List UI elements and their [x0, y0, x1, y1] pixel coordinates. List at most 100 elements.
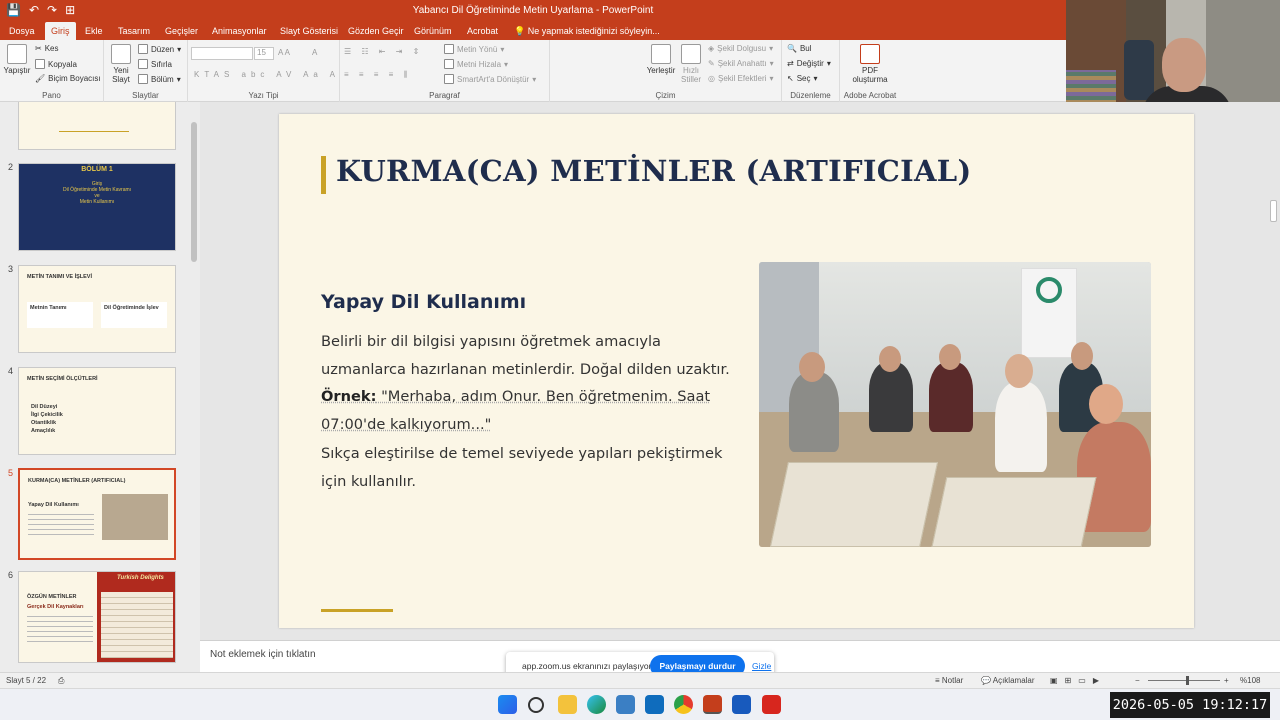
tab-review[interactable]: Gözden Geçir: [342, 22, 410, 40]
quick-styles-button[interactable]: Hızlı Stiller: [678, 44, 704, 84]
new-slide-icon: [111, 44, 131, 64]
thumbnail-slide-4[interactable]: METİN SEÇİMİ ÖLÇÜTLERİ Dil Düzeyi İlgi Ç…: [18, 367, 176, 455]
outlook-icon[interactable]: [645, 695, 664, 714]
photo-student-head: [799, 352, 825, 382]
comments-toggle[interactable]: 💬 Açıklamalar: [981, 676, 1035, 685]
thumbnail-slide-2[interactable]: BÖLÜM 1 Giriş Dil Öğretiminde Metin Kavr…: [18, 163, 176, 251]
tab-home[interactable]: Giriş: [45, 22, 76, 40]
select-button[interactable]: ↖ Seç ▾: [787, 74, 818, 83]
chrome-icon[interactable]: [674, 695, 693, 714]
classroom-photo[interactable]: [759, 262, 1151, 547]
tab-insert[interactable]: Ekle: [79, 22, 109, 40]
shape-fill-label: Şekil Dolgusu: [717, 44, 767, 53]
acrobat-icon[interactable]: [762, 695, 781, 714]
font-style-buttons[interactable]: KTAS abc AV Aa A: [194, 70, 340, 79]
tab-slideshow[interactable]: Slayt Gösterisi: [274, 22, 344, 40]
photo-student-head: [879, 346, 901, 372]
tab-transitions[interactable]: Geçişler: [159, 22, 204, 40]
group-label-paragraph: Paragraf: [429, 91, 460, 100]
thumb-menu-image: Turkish Delights: [97, 572, 175, 662]
format-painter-label: Biçim Boyacısı: [48, 74, 101, 83]
font-name-box[interactable]: [191, 47, 253, 60]
photo-student: [929, 362, 973, 432]
align-text-button[interactable]: Metni Hizala ▾: [444, 59, 508, 69]
spellcheck-icon[interactable]: ⎙: [58, 676, 64, 686]
photo-student-head: [1005, 354, 1033, 388]
thumb-title: METİN SEÇİMİ ÖLÇÜTLERİ: [27, 376, 98, 382]
font-size-box[interactable]: 15: [254, 47, 274, 60]
zoom-level[interactable]: %108: [1240, 676, 1260, 685]
slide-subtitle[interactable]: Yapay Dil Kullanımı: [321, 291, 526, 313]
example-label: Örnek:: [321, 388, 377, 405]
file-explorer-icon[interactable]: [558, 695, 577, 714]
reset-icon: [138, 59, 148, 69]
font-grow-shrink[interactable]: A A: [278, 48, 290, 57]
thumbnail-slide-1[interactable]: [18, 102, 176, 150]
thumbnail-slide-6[interactable]: ÖZGÜN METİNLER Gerçek Dil Kaynakları Tur…: [18, 571, 176, 663]
thumb-subtitle: Yapay Dil Kullanımı: [28, 502, 79, 508]
thumb-number: 3: [8, 264, 14, 274]
notes-toggle[interactable]: ≡ Notlar: [935, 676, 963, 685]
cut-button[interactable]: ✂ Kes: [35, 44, 59, 53]
zoom-out-button[interactable]: −: [1135, 676, 1140, 685]
current-slide[interactable]: KURMA(CA) METİNLER (ARTIFICIAL) Yapay Di…: [279, 114, 1194, 628]
tab-animations[interactable]: Animasyonlar: [206, 22, 273, 40]
hide-link[interactable]: Gizle: [752, 661, 771, 671]
create-pdf-button[interactable]: PDF oluşturma: [846, 44, 894, 84]
text-direction-button[interactable]: Metin Yönü ▾: [444, 44, 504, 54]
tab-acrobat[interactable]: Acrobat: [461, 22, 504, 40]
zoom-in-button[interactable]: +: [1224, 676, 1229, 685]
tab-view[interactable]: Görünüm: [408, 22, 458, 40]
tab-file[interactable]: Dosya: [3, 22, 41, 40]
slide-title[interactable]: KURMA(CA) METİNLER (ARTIFICIAL): [336, 154, 972, 188]
find-button[interactable]: 🔍 Bul: [787, 44, 812, 53]
layout-button[interactable]: Düzen ▾: [138, 44, 181, 54]
editor-scroll-thumb[interactable]: [1270, 200, 1277, 222]
shape-outline-button[interactable]: ✎ Şekil Anahattı ▾: [708, 59, 774, 68]
copy-button[interactable]: Kopyala: [35, 59, 77, 69]
new-slide-button[interactable]: Yeni Slayt: [106, 44, 136, 84]
store-icon[interactable]: [616, 695, 635, 714]
view-buttons[interactable]: ▣⊞▭▶: [1050, 676, 1106, 685]
replace-button[interactable]: ⇄ Değiştir ▾: [787, 59, 831, 68]
ribbon: Yapıştır ✂ Kes Kopyala 🖌 Biçim Boyacısı Pa…: [0, 40, 1190, 102]
slide-body-text[interactable]: Belirli bir dil bilgisi yapısını öğretme…: [321, 328, 731, 495]
tab-design[interactable]: Tasarım: [112, 22, 156, 40]
thumb-line: İlgi Çekicilik: [31, 412, 63, 418]
slide-thumbnails-pane[interactable]: 2 BÖLÜM 1 Giriş Dil Öğretiminde Metin Ka…: [0, 102, 200, 672]
group-editing: 🔍 Bul ⇄ Değiştir ▾ ↖ Seç ▾ Düzenleme: [782, 40, 840, 102]
thumbnail-slide-3[interactable]: METİN TANIMI VE İŞLEVİ Metnin Tanımı Dil…: [18, 265, 176, 353]
paste-button[interactable]: Yapıştır: [3, 44, 31, 75]
cursor-icon: ↖: [787, 74, 794, 83]
list-buttons[interactable]: ☰ ☷ ⇤ ⇥ ⇕: [344, 47, 423, 56]
notes-placeholder[interactable]: Not eklemek için tıklatın: [210, 649, 316, 660]
scissors-icon: ✂: [35, 44, 42, 53]
reset-button[interactable]: Sıfırla: [138, 59, 172, 69]
thumbnail-slide-5-selected[interactable]: KURMA(CA) METİNLER (ARTIFICIAL) Yapay Di…: [18, 468, 176, 560]
search-icon: 🔍: [787, 44, 797, 53]
shape-effects-button[interactable]: ◎ Şekil Efektleri ▾: [708, 74, 773, 83]
comments-toggle-label: Açıklamalar: [992, 676, 1035, 685]
start-icon[interactable]: [498, 695, 517, 714]
search-icon[interactable]: [528, 697, 544, 713]
smartart-button[interactable]: SmartArt'a Dönüştür ▾: [444, 74, 536, 84]
thumbnails-scrollbar[interactable]: [188, 102, 200, 672]
slide-counter: Slayt 5 / 22: [6, 676, 47, 685]
edge-icon[interactable]: [587, 695, 606, 714]
thumb-card-title: Metnin Tanımı: [30, 305, 67, 311]
photo-desk: [769, 462, 939, 547]
tell-me-search[interactable]: 💡 Ne yapmak istediğinizi söyleyin...: [514, 22, 660, 40]
powerpoint-icon[interactable]: [703, 695, 722, 714]
format-painter-button[interactable]: 🖌 Biçim Boyacısı: [35, 74, 101, 83]
align-buttons[interactable]: ≡ ≡ ≡ ≡ ⫼: [344, 70, 411, 80]
arrange-button[interactable]: Yerleştir: [646, 44, 676, 75]
clear-format-icon[interactable]: A: [312, 48, 317, 57]
zoom-slider[interactable]: [1148, 680, 1220, 681]
word-icon[interactable]: [732, 695, 751, 714]
shape-fill-button[interactable]: ◈ Şekil Dolgusu ▾: [708, 44, 773, 53]
editor-scrollbar[interactable]: [1267, 102, 1280, 640]
zoom-slider-thumb[interactable]: [1186, 676, 1189, 685]
section-button[interactable]: Bölüm ▾: [138, 74, 181, 84]
smartart-icon: [444, 74, 454, 84]
thumbnails-scroll-thumb[interactable]: [191, 122, 197, 262]
